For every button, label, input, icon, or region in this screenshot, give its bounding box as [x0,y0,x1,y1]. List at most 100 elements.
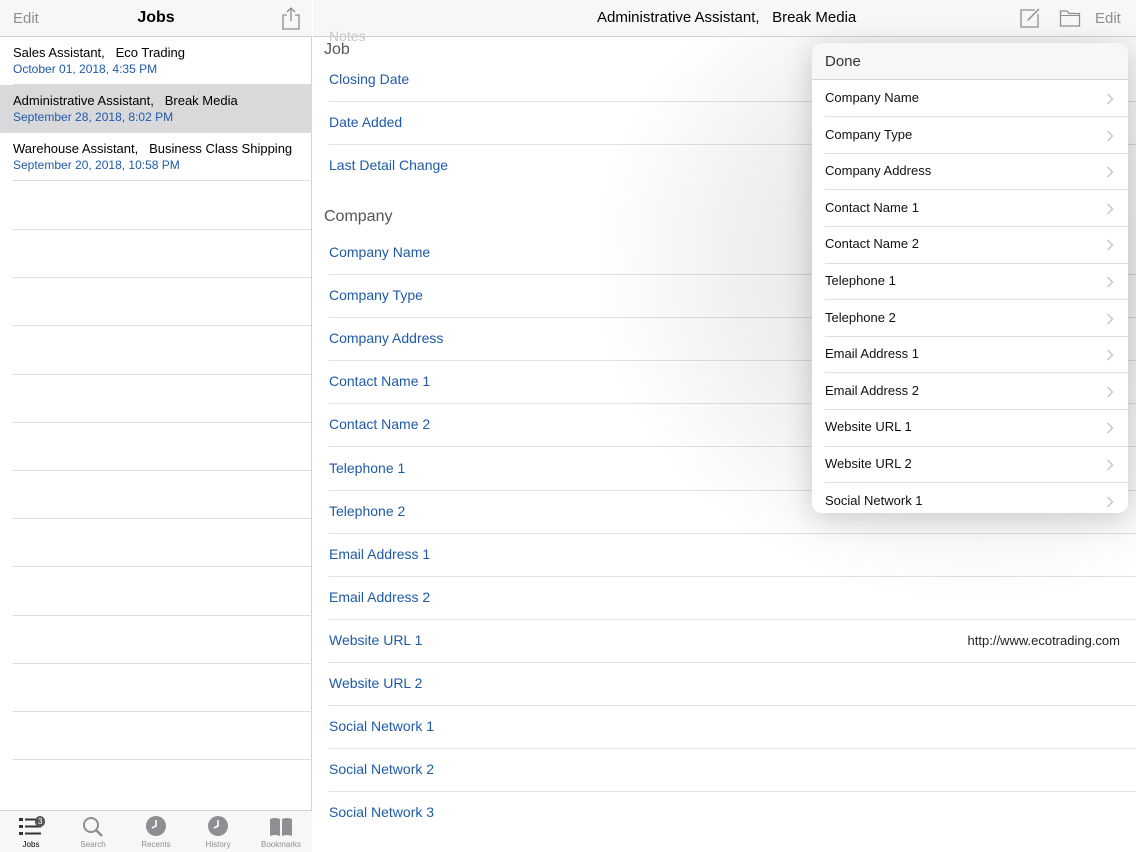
field-row[interactable]: Social Network 1 [329,705,1136,748]
tab-recents[interactable]: Recents [125,811,187,852]
field-label: Contact Name 1 [329,373,431,389]
chevron-right-icon [1106,129,1114,142]
field-row[interactable]: Website URL 1 http://www.ecotrading.com [329,619,1136,662]
list-separator [13,229,312,230]
popover-header: Done [812,43,1128,80]
field-picker-popover: Done Company Name Company Type Company Add… [812,43,1128,513]
jobs-sidebar: Edit Jobs Sales Assistant, Eco Trading Oc… [0,0,312,852]
list-separator [13,180,312,181]
field-label: Social Network 2 [329,761,435,777]
chevron-right-icon [1106,421,1114,434]
popover-item-label: Company Name [825,90,919,105]
popover-item[interactable]: Telephone 1 [812,263,1128,300]
tab-bar: 3 Jobs Search Recents History Bookmarks [0,810,312,852]
field-row[interactable]: Email Address 2 [329,576,1136,619]
field-label: Company Address [329,330,444,346]
chevron-right-icon [1106,165,1114,178]
list-separator [13,518,312,519]
chevron-right-icon [1106,202,1114,215]
section-header-job: Job [324,41,350,58]
popover-item[interactable]: Contact Name 1 [812,190,1128,227]
popover-item[interactable]: Company Address [812,153,1128,190]
compose-icon[interactable] [1019,7,1041,34]
tab-label: Jobs [22,840,40,849]
popover-item-label: Telephone 2 [825,309,896,325]
field-label: Contact Name 2 [329,416,431,432]
popover-item[interactable]: Social Network 1 [812,483,1128,513]
field-label: Telephone 1 [329,460,406,476]
popover-item[interactable]: Company Name [812,80,1128,117]
detail-nav-bar: Administrative Assistant, Break Media Ed… [313,0,1136,37]
tab-bookmarks[interactable]: Bookmarks [250,811,312,852]
field-row[interactable]: Social Network 3 [329,791,1136,834]
chevron-right-icon [1106,385,1114,398]
share-icon[interactable] [280,6,302,31]
popover-item[interactable]: Company Type [812,117,1128,154]
job-date: October 01, 2018, 4:35 PM [13,62,158,76]
detail-title: Administrative Assistant, Break Media [597,9,857,26]
field-label: Date Added [329,114,403,130]
job-date: September 28, 2018, 8:02 PM [13,110,174,124]
chevron-right-icon [1106,275,1114,288]
chevron-right-icon [1106,238,1114,251]
sidebar-title: Jobs [137,9,175,26]
field-row[interactable]: Email Address 1 [329,533,1136,576]
chevron-right-icon [1106,348,1114,361]
popover-item-label: Telephone 1 [825,273,896,288]
detail-edit-button[interactable]: Edit [1095,10,1121,27]
list-separator [13,374,312,375]
chevron-right-icon [1106,312,1114,325]
popover-item[interactable]: Telephone 2 [812,300,1128,337]
list-separator [13,470,312,471]
field-label: Company Type [329,287,423,303]
list-separator [13,663,312,664]
chevron-right-icon [1106,458,1114,471]
popover-item[interactable]: Website URL 1 [812,409,1128,446]
field-label: Social Network 3 [329,804,435,820]
job-title: Sales Assistant, Eco Trading [13,45,185,60]
list-separator [13,615,312,616]
field-row[interactable]: Social Network 2 [329,748,1136,791]
list-separator [13,277,312,278]
job-title: Warehouse Assistant, Business Class Ship… [13,141,293,156]
list-separator [13,422,312,423]
field-label: Social Network 1 [329,718,435,734]
field-row[interactable]: Website URL 2 [329,662,1136,705]
tab-search[interactable]: Search [62,811,124,852]
list-separator [13,759,312,760]
field-value: http://www.ecotrading.com [967,633,1120,648]
popover-item-label: Email Address 2 [825,382,919,398]
section-header-company: Company [324,208,393,225]
popover-item[interactable]: Email Address 1 [812,336,1128,373]
popover-item-label: Contact Name 2 [825,236,919,252]
tab-history[interactable]: History [187,811,249,852]
job-title: Administrative Assistant, Break Media [13,93,238,108]
field-label: Closing Date [329,71,410,87]
field-label: Last Detail Change [329,157,449,173]
folder-icon[interactable] [1059,8,1081,33]
field-label: Website URL 1 [329,632,423,648]
list-separator [13,325,312,326]
popover-item-label: Email Address 1 [825,346,919,362]
done-button[interactable]: Done [825,53,861,70]
popover-item[interactable]: Contact Name 2 [812,226,1128,263]
field-label: Telephone 2 [329,503,406,519]
field-label: Company Name [329,244,431,260]
tab-jobs[interactable]: 3 Jobs [0,811,62,852]
field-label: Email Address 2 [329,589,431,605]
job-list-item[interactable]: Sales Assistant, Eco Trading October 01, … [0,37,312,85]
tab-label: Bookmarks [260,840,301,849]
sidebar-nav-bar: Edit Jobs [0,0,312,37]
tab-label: Search [80,840,106,849]
popover-item-label: Website URL 1 [825,419,912,435]
popover-item[interactable]: Website URL 2 [812,446,1128,483]
job-date: September 20, 2018, 10:58 PM [13,158,180,172]
popover-item-label: Contact Name 1 [825,199,919,215]
popover-item[interactable]: Email Address 2 [812,373,1128,410]
field-label: Email Address 1 [329,546,431,562]
popover-item-label: Website URL 2 [825,456,912,471]
popover-item-label: Company Address [825,163,932,179]
job-list-item[interactable]: Administrative Assistant, Break Media Sep… [0,85,312,133]
tab-label: Recents [141,840,171,849]
job-list-item[interactable]: Warehouse Assistant, Business Class Ship… [0,133,312,181]
